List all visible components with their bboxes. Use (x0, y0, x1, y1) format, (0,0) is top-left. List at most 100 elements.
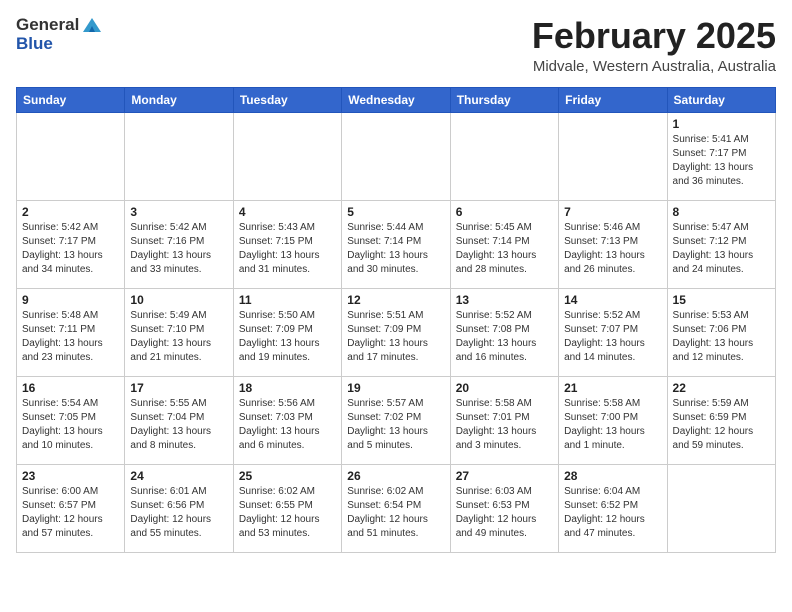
day-number: 25 (239, 469, 336, 483)
calendar-cell: 18 Sunrise: 5:56 AM Sunset: 7:03 PM Dayli… (233, 376, 341, 464)
day-info: Sunrise: 5:59 AM Sunset: 6:59 PM Dayligh… (673, 397, 770, 453)
day-info: Sunrise: 5:46 AM Sunset: 7:13 PM Dayligh… (564, 221, 661, 277)
calendar-cell: 9 Sunrise: 5:48 AM Sunset: 7:11 PM Daylig… (17, 288, 125, 376)
calendar-cell: 23 Sunrise: 6:00 AM Sunset: 6:57 PM Dayli… (17, 464, 125, 552)
day-number: 15 (673, 293, 770, 307)
day-info: Sunrise: 5:52 AM Sunset: 7:08 PM Dayligh… (456, 309, 553, 365)
calendar-cell (17, 112, 125, 200)
calendar-cell: 8Sunrise: 5:47 AM Sunset: 7:12 PM Daylig… (667, 200, 775, 288)
calendar-week-row: 9 Sunrise: 5:48 AM Sunset: 7:11 PM Daylig… (17, 288, 776, 376)
day-info: Sunrise: 6:00 AM Sunset: 6:57 PM Dayligh… (22, 485, 119, 541)
day-info: Sunrise: 5:54 AM Sunset: 7:05 PM Dayligh… (22, 397, 119, 453)
day-number: 24 (130, 469, 227, 483)
calendar-cell (450, 112, 558, 200)
calendar-cell: 28Sunrise: 6:04 AM Sunset: 6:52 PM Dayli… (559, 464, 667, 552)
day-number: 5 (347, 205, 444, 219)
day-info: Sunrise: 5:42 AM Sunset: 7:16 PM Dayligh… (130, 221, 227, 277)
day-info: Sunrise: 6:03 AM Sunset: 6:53 PM Dayligh… (456, 485, 553, 541)
day-info: Sunrise: 5:48 AM Sunset: 7:11 PM Dayligh… (22, 309, 119, 365)
calendar-header-row: SundayMondayTuesdayWednesdayThursdayFrid… (17, 87, 776, 112)
calendar-cell: 7 Sunrise: 5:46 AM Sunset: 7:13 PM Daylig… (559, 200, 667, 288)
calendar-cell: 1Sunrise: 5:41 AM Sunset: 7:17 PM Daylig… (667, 112, 775, 200)
calendar-cell (559, 112, 667, 200)
day-info: Sunrise: 5:55 AM Sunset: 7:04 PM Dayligh… (130, 397, 227, 453)
day-number: 2 (22, 205, 119, 219)
day-number: 19 (347, 381, 444, 395)
logo: General Blue (16, 16, 103, 53)
calendar-cell (233, 112, 341, 200)
calendar-cell (342, 112, 450, 200)
day-info: Sunrise: 5:49 AM Sunset: 7:10 PM Dayligh… (130, 309, 227, 365)
calendar-week-row: 23 Sunrise: 6:00 AM Sunset: 6:57 PM Dayli… (17, 464, 776, 552)
calendar-cell: 22 Sunrise: 5:59 AM Sunset: 6:59 PM Dayli… (667, 376, 775, 464)
calendar-cell: 2 Sunrise: 5:42 AM Sunset: 7:17 PM Daylig… (17, 200, 125, 288)
col-header-wednesday: Wednesday (342, 87, 450, 112)
title-block: February 2025 Midvale, Western Australia… (532, 16, 776, 75)
col-header-saturday: Saturday (667, 87, 775, 112)
day-info: Sunrise: 5:44 AM Sunset: 7:14 PM Dayligh… (347, 221, 444, 277)
calendar-cell: 13 Sunrise: 5:52 AM Sunset: 7:08 PM Dayli… (450, 288, 558, 376)
calendar-cell: 5 Sunrise: 5:44 AM Sunset: 7:14 PM Daylig… (342, 200, 450, 288)
day-info: Sunrise: 5:41 AM Sunset: 7:17 PM Dayligh… (673, 133, 770, 189)
day-number: 4 (239, 205, 336, 219)
day-number: 22 (673, 381, 770, 395)
day-number: 8 (673, 205, 770, 219)
calendar-cell: 25 Sunrise: 6:02 AM Sunset: 6:55 PM Dayli… (233, 464, 341, 552)
calendar-cell: 4 Sunrise: 5:43 AM Sunset: 7:15 PM Daylig… (233, 200, 341, 288)
day-number: 26 (347, 469, 444, 483)
day-info: Sunrise: 6:02 AM Sunset: 6:54 PM Dayligh… (347, 485, 444, 541)
day-number: 11 (239, 293, 336, 307)
calendar-week-row: 2 Sunrise: 5:42 AM Sunset: 7:17 PM Daylig… (17, 200, 776, 288)
calendar-cell: 24 Sunrise: 6:01 AM Sunset: 6:56 PM Dayli… (125, 464, 233, 552)
calendar-cell: 16 Sunrise: 5:54 AM Sunset: 7:05 PM Dayli… (17, 376, 125, 464)
day-number: 23 (22, 469, 119, 483)
day-info: Sunrise: 6:02 AM Sunset: 6:55 PM Dayligh… (239, 485, 336, 541)
day-info: Sunrise: 5:58 AM Sunset: 7:00 PM Dayligh… (564, 397, 661, 453)
day-number: 17 (130, 381, 227, 395)
calendar-cell: 11 Sunrise: 5:50 AM Sunset: 7:09 PM Dayli… (233, 288, 341, 376)
day-info: Sunrise: 5:50 AM Sunset: 7:09 PM Dayligh… (239, 309, 336, 365)
day-info: Sunrise: 5:42 AM Sunset: 7:17 PM Dayligh… (22, 221, 119, 277)
day-number: 10 (130, 293, 227, 307)
day-info: Sunrise: 5:43 AM Sunset: 7:15 PM Dayligh… (239, 221, 336, 277)
day-number: 13 (456, 293, 553, 307)
day-number: 18 (239, 381, 336, 395)
col-header-friday: Friday (559, 87, 667, 112)
day-info: Sunrise: 5:53 AM Sunset: 7:06 PM Dayligh… (673, 309, 770, 365)
day-number: 3 (130, 205, 227, 219)
calendar-cell: 21 Sunrise: 5:58 AM Sunset: 7:00 PM Dayli… (559, 376, 667, 464)
calendar-cell: 20 Sunrise: 5:58 AM Sunset: 7:01 PM Dayli… (450, 376, 558, 464)
day-info: Sunrise: 5:56 AM Sunset: 7:03 PM Dayligh… (239, 397, 336, 453)
calendar-cell: 19 Sunrise: 5:57 AM Sunset: 7:02 PM Dayli… (342, 376, 450, 464)
col-header-monday: Monday (125, 87, 233, 112)
calendar-cell (125, 112, 233, 200)
day-info: Sunrise: 6:01 AM Sunset: 6:56 PM Dayligh… (130, 485, 227, 541)
calendar-cell: 10 Sunrise: 5:49 AM Sunset: 7:10 PM Dayli… (125, 288, 233, 376)
col-header-thursday: Thursday (450, 87, 558, 112)
day-number: 9 (22, 293, 119, 307)
logo-icon (81, 16, 103, 34)
day-number: 20 (456, 381, 553, 395)
day-number: 14 (564, 293, 661, 307)
day-info: Sunrise: 5:52 AM Sunset: 7:07 PM Dayligh… (564, 309, 661, 365)
day-number: 6 (456, 205, 553, 219)
calendar-cell: 15 Sunrise: 5:53 AM Sunset: 7:06 PM Dayli… (667, 288, 775, 376)
calendar-cell: 27 Sunrise: 6:03 AM Sunset: 6:53 PM Dayli… (450, 464, 558, 552)
calendar-week-row: 16 Sunrise: 5:54 AM Sunset: 7:05 PM Dayli… (17, 376, 776, 464)
day-number: 12 (347, 293, 444, 307)
location-title: Midvale, Western Australia, Australia (532, 58, 776, 75)
calendar-cell: 26 Sunrise: 6:02 AM Sunset: 6:54 PM Dayli… (342, 464, 450, 552)
day-number: 21 (564, 381, 661, 395)
logo-blue-text: Blue (16, 35, 53, 54)
calendar-cell: 14 Sunrise: 5:52 AM Sunset: 7:07 PM Dayli… (559, 288, 667, 376)
month-title: February 2025 (532, 16, 776, 56)
day-info: Sunrise: 5:57 AM Sunset: 7:02 PM Dayligh… (347, 397, 444, 453)
day-number: 16 (22, 381, 119, 395)
day-info: Sunrise: 5:58 AM Sunset: 7:01 PM Dayligh… (456, 397, 553, 453)
day-number: 7 (564, 205, 661, 219)
calendar-week-row: 1Sunrise: 5:41 AM Sunset: 7:17 PM Daylig… (17, 112, 776, 200)
day-number: 27 (456, 469, 553, 483)
calendar-cell (667, 464, 775, 552)
logo-general-text: General (16, 16, 79, 35)
header: General Blue February 2025 Midvale, West… (16, 16, 776, 75)
